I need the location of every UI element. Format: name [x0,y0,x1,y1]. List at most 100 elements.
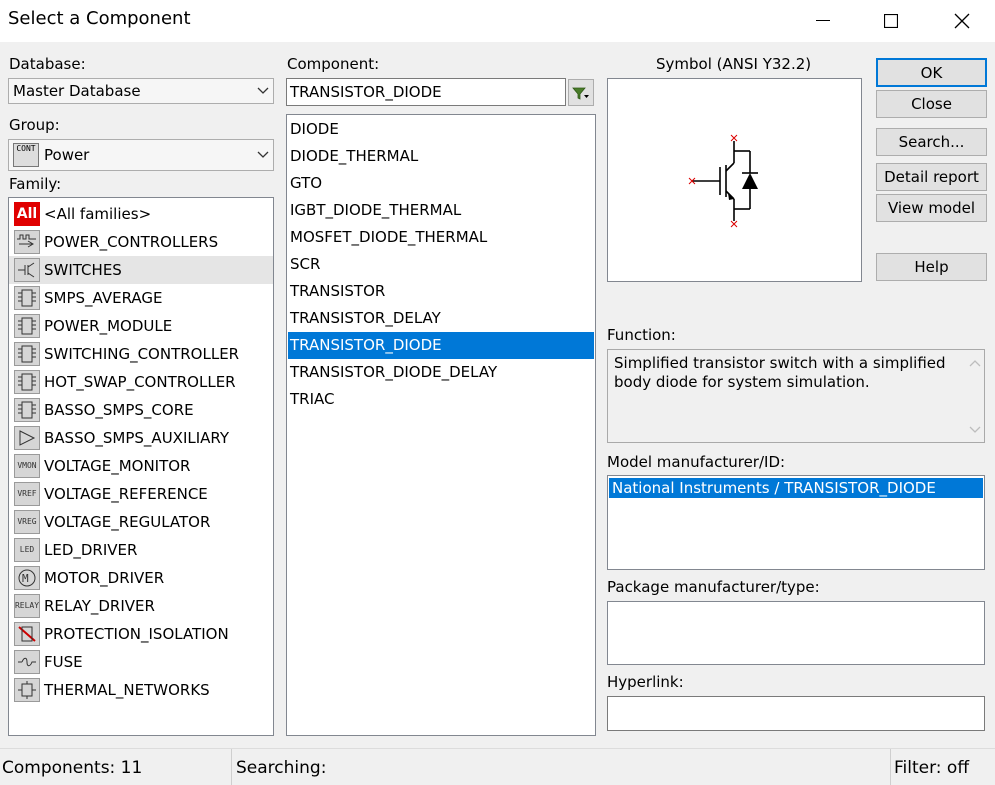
family-item-label: SMPS_AVERAGE [44,289,163,307]
family-item-label: LED_DRIVER [44,541,138,559]
help-button[interactable]: Help [876,253,987,281]
component-item[interactable]: TRANSISTOR_DIODE_DELAY [287,359,595,386]
component-item[interactable]: TRANSISTOR_DIODE [288,332,594,359]
view-model-button[interactable]: View model [876,194,987,222]
family-item-label: SWITCHING_CONTROLLER [44,345,240,363]
family-vmon-icon: VMON [14,454,40,478]
function-text: Simplified transistor switch with a simp… [614,354,946,391]
model-list[interactable]: National Instruments / TRANSISTOR_DIODE [607,475,985,570]
family-therm-icon [14,678,40,702]
package-list[interactable] [607,601,985,665]
database-value: Master Database [13,82,141,100]
family-ic-icon [14,314,40,338]
family-item[interactable]: THERMAL_NETWORKS [9,676,273,704]
component-item[interactable]: TRANSISTOR [287,278,595,305]
close-button[interactable]: Close [876,90,987,118]
svg-text:M: M [22,572,29,585]
family-prot-icon [14,622,40,646]
filter-status: Filter: off [894,758,970,778]
component-item[interactable]: MOSFET_DIODE_THERMAL [287,224,595,251]
family-ic-icon [14,370,40,394]
family-item-label: SWITCHES [44,261,122,279]
family-item[interactable]: RELAY RELAY_DRIVER [9,592,273,620]
family-item-label: BASSO_SMPS_AUXILIARY [44,429,230,447]
family-item-label: POWER_CONTROLLERS [44,233,219,251]
family-switch-icon [14,258,40,282]
family-item[interactable]: LED LED_DRIVER [9,536,273,564]
family-item[interactable]: POWER_MODULE [9,312,273,340]
component-search-input[interactable]: TRANSISTOR_DIODE [286,78,566,106]
family-ic-icon [14,342,40,366]
component-list[interactable]: DIODE DIODE_THERMAL GTO IGBT_DIODE_THERMAL M… [286,114,596,736]
component-item[interactable]: SCR [287,251,595,278]
power-group-icon: CONT [13,143,39,167]
family-item-label: MOTOR_DRIVER [44,569,165,587]
family-item[interactable]: VREF VOLTAGE_REFERENCE [9,480,273,508]
component-item[interactable]: DIODE_THERMAL [287,143,595,170]
maximize-icon [884,14,898,28]
family-item[interactable]: PROTECTION_ISOLATION [9,620,273,648]
family-list[interactable]: All <All families> POWER_CONTROLLERS SWITCH… [8,197,274,736]
component-item[interactable]: TRIAC [287,386,595,413]
component-item[interactable]: TRANSISTOR_DELAY [287,305,595,332]
family-item[interactable]: HOT_SWAP_CONTROLLER [9,368,273,396]
symbol-preview [607,78,862,282]
close-window-button[interactable] [939,6,985,36]
component-item[interactable]: GTO [287,170,595,197]
title-bar: Select a Component [0,0,995,42]
family-item[interactable]: POWER_CONTROLLERS [9,228,273,256]
family-item[interactable]: BASSO_SMPS_AUXILIARY [9,424,273,452]
group-combo[interactable]: CONT Power [8,139,274,171]
family-m-icon: M [14,566,40,590]
ok-button[interactable]: OK [876,58,987,87]
family-vreg-icon: VREG [14,510,40,534]
family-item-label: POWER_MODULE [44,317,173,335]
family-item-label: FUSE [44,653,83,671]
family-led-icon: LED [14,538,40,562]
family-relay-icon: RELAY [14,594,40,618]
family-ic-icon [14,398,40,422]
family-item[interactable]: All <All families> [9,200,273,228]
filter-button[interactable] [568,79,594,106]
searching-status: Searching: [236,758,327,778]
components-count: Components: 11 [2,758,143,778]
minimize-button[interactable] [800,6,846,36]
component-item[interactable]: IGBT_DIODE_THERMAL [287,197,595,224]
group-label: Group: [9,116,60,134]
status-divider [890,749,891,785]
maximize-button[interactable] [868,6,914,36]
search-button[interactable]: Search... [876,128,987,156]
status-bar: Components: 11 Searching: Filter: off [0,748,995,785]
component-item[interactable]: DIODE [287,116,595,143]
family-item-label: RELAY_DRIVER [44,597,155,615]
detail-report-button[interactable]: Detail report [876,163,987,191]
family-item-label: BASSO_SMPS_CORE [44,401,194,419]
family-item[interactable]: SWITCHING_CONTROLLER [9,340,273,368]
family-item-label: <All families> [44,205,152,223]
family-fuse-icon [14,650,40,674]
model-item-selected[interactable]: National Instruments / TRANSISTOR_DIODE [609,478,983,498]
component-input-value: TRANSISTOR_DIODE [290,83,442,101]
family-item[interactable]: FUSE [9,648,273,676]
hyperlink-label: Hyperlink: [607,673,684,691]
family-item[interactable]: SWITCHES [9,256,273,284]
database-combo[interactable]: Master Database [8,78,274,104]
window-title: Select a Component [8,8,191,29]
family-item-label: HOT_SWAP_CONTROLLER [44,373,236,391]
family-item[interactable]: M MOTOR_DRIVER [9,564,273,592]
family-item-label: THERMAL_NETWORKS [44,681,210,699]
family-item[interactable]: VMON VOLTAGE_MONITOR [9,452,273,480]
family-item[interactable]: SMPS_AVERAGE [9,284,273,312]
component-label: Component: [287,55,380,73]
function-scrollbar[interactable] [966,350,984,442]
family-item-label: PROTECTION_ISOLATION [44,625,229,643]
family-item-label: VOLTAGE_REGULATOR [44,513,211,531]
group-icon-text: CONT [16,144,36,153]
close-icon [954,13,970,29]
minimize-icon [816,20,830,21]
family-item[interactable]: VREG VOLTAGE_REGULATOR [9,508,273,536]
family-all-icon: All [14,202,40,226]
family-item[interactable]: BASSO_SMPS_CORE [9,396,273,424]
hyperlink-field[interactable] [607,696,985,731]
function-textbox[interactable]: Simplified transistor switch with a simp… [607,349,985,443]
